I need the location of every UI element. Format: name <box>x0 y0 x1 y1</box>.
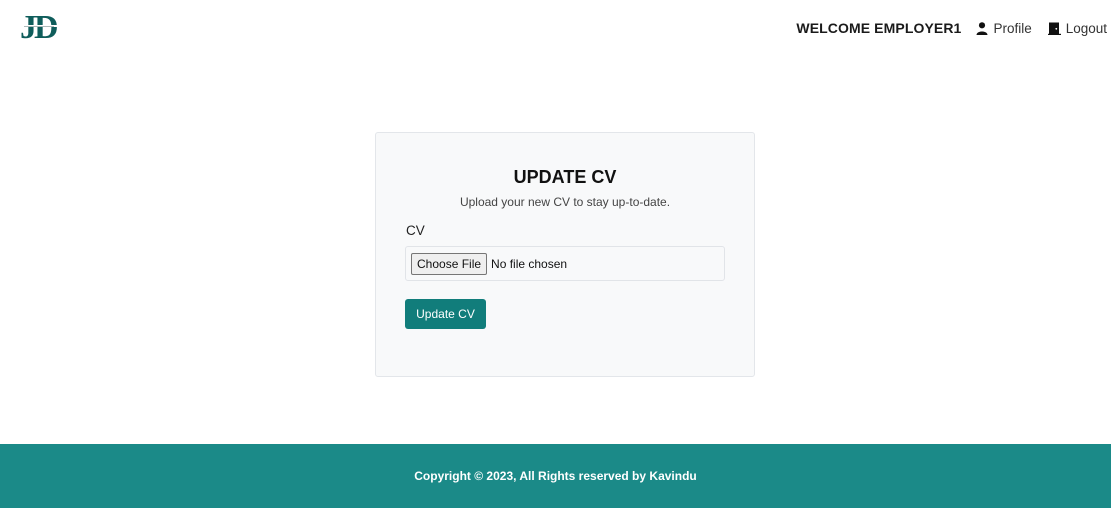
choose-file-button[interactable]: Choose File <box>411 252 488 275</box>
top-nav: WELCOME EMPLOYER1 Profile Logout <box>796 19 1107 37</box>
door-icon <box>1047 22 1061 35</box>
cv-field-label: CV <box>406 223 425 238</box>
logout-label: Logout <box>1065 20 1107 36</box>
header: J D WELCOME EMPLOYER1 Profile Logout <box>0 0 1111 60</box>
welcome-text: WELCOME EMPLOYER1 <box>796 20 962 36</box>
card-title: UPDATE CV <box>513 167 617 187</box>
profile-label: Profile <box>993 20 1032 36</box>
card-subtitle: Upload your new CV to stay up-to-date. <box>459 195 671 209</box>
svg-text:D: D <box>34 9 59 46</box>
logo-mark: J D <box>20 9 59 46</box>
profile-link[interactable]: Profile <box>976 20 1032 36</box>
cv-file-input[interactable]: Choose File No file chosen <box>405 246 725 281</box>
copyright-text: Copyright © 2023, All Rights reserved by… <box>414 469 697 483</box>
user-icon <box>976 21 988 35</box>
site-logo[interactable]: J D <box>18 8 60 48</box>
footer: Copyright © 2023, All Rights reserved by… <box>0 444 1111 508</box>
no-file-text: No file chosen <box>491 256 568 271</box>
logout-link[interactable]: Logout <box>1047 20 1107 36</box>
update-cv-card: UPDATE CV Upload your new CV to stay up-… <box>375 132 755 377</box>
update-cv-button[interactable]: Update CV <box>405 299 486 329</box>
